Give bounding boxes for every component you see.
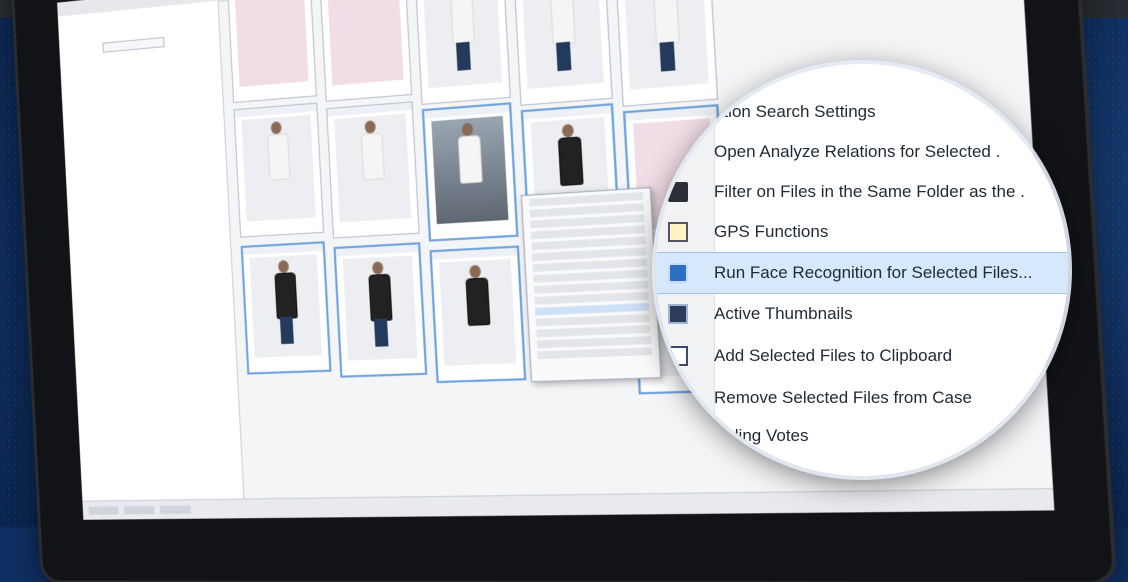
map-icon	[668, 222, 688, 242]
thumbnail[interactable]	[233, 102, 325, 238]
thumbnail[interactable]	[240, 241, 332, 375]
menu-item-label: Remove Selected Files from Case	[714, 388, 972, 407]
thumbnail[interactable]	[414, 0, 511, 105]
context-menu: ation Search Settings Open Analyze Relat…	[656, 64, 1068, 476]
thumbnail[interactable]	[333, 242, 428, 378]
menu-item-label: Run Face Recognition for Selected Files.…	[714, 263, 1033, 282]
thumbnail[interactable]	[429, 245, 527, 384]
menu-item-run-face-recognition[interactable]: Run Face Recognition for Selected Files.…	[656, 252, 1068, 294]
menu-item-label: Active Thumbnails	[714, 304, 853, 323]
small-context-menu	[520, 187, 662, 383]
menu-item-label: GPS Functions	[714, 222, 829, 241]
thumbnail[interactable]	[318, 0, 413, 102]
thumbnails-icon	[668, 304, 688, 324]
folder-icon	[668, 182, 688, 202]
menu-item-add-to-clipboard[interactable]: Add Selected Files to Clipboard	[656, 336, 1068, 376]
menu-item-overriding-votes[interactable]: rriding Votes	[656, 416, 1068, 456]
menu-item-label: Open Analyze Relations for Selected .	[714, 142, 1001, 161]
thumbnail[interactable]	[421, 102, 519, 242]
menu-item-search-settings[interactable]: ation Search Settings	[656, 92, 1068, 132]
menu-item-remove-from-case[interactable]: Remove Selected Files from Case	[656, 378, 1068, 418]
menu-item-label: Filter on Files in the Same Folder as th…	[714, 182, 1025, 201]
left-panel	[57, 0, 245, 502]
menu-item-filter-same-folder[interactable]: Filter on Files in the Same Folder as th…	[656, 172, 1068, 212]
thumbnail[interactable]	[226, 0, 317, 104]
menu-item-analyze-relations[interactable]: Open Analyze Relations for Selected .	[656, 132, 1068, 172]
face-recognition-icon	[668, 263, 688, 283]
clipboard-icon	[668, 346, 688, 366]
left-panel-button[interactable]	[102, 36, 165, 53]
menu-item-active-thumbnails[interactable]: Active Thumbnails	[656, 294, 1068, 334]
menu-item-gps-functions[interactable]: GPS Functions	[656, 212, 1068, 252]
thumbnail[interactable]	[513, 0, 613, 106]
menu-item-label: Add Selected Files to Clipboard	[714, 346, 953, 365]
thumbnail[interactable]	[326, 101, 420, 239]
magnifier-lens: ation Search Settings Open Analyze Relat…	[656, 64, 1068, 476]
menu-item-label: ation Search Settings	[714, 102, 876, 121]
menu-item-label: rriding Votes	[714, 426, 809, 445]
